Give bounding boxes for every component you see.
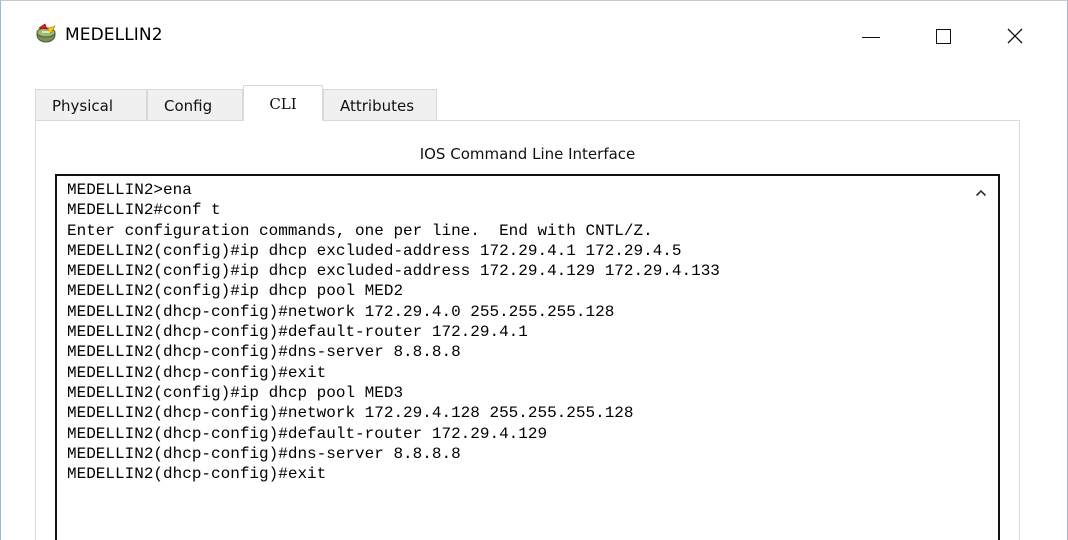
console-output: MEDELLIN2>ena MEDELLIN2#conf t Enter con… — [67, 180, 720, 484]
tab-config[interactable]: Config — [147, 89, 243, 121]
tab-bar: Physical Config CLI Attributes — [35, 85, 437, 121]
console-line: MEDELLIN2(dhcp-config)#default-router 17… — [67, 323, 528, 342]
console-line: MEDELLIN2>ena — [67, 181, 192, 199]
scroll-up-arrow-icon[interactable] — [974, 186, 988, 200]
tab-attributes[interactable]: Attributes — [323, 89, 437, 121]
console-line: MEDELLIN2(dhcp-config)#network 172.29.4.… — [67, 404, 634, 423]
router-icon — [35, 23, 57, 45]
console-line: MEDELLIN2(dhcp-config)#default-router 17… — [67, 424, 548, 443]
console-line: Enter configuration commands, one per li… — [67, 221, 653, 240]
tab-cli[interactable]: CLI — [243, 85, 323, 121]
maximize-button[interactable] — [913, 1, 973, 71]
console-line: MEDELLIN2(dhcp-config)#dns-server 8.8.8.… — [67, 444, 461, 463]
close-button[interactable] — [985, 1, 1045, 71]
device-window: MEDELLIN2 Physical Config CLI Attributes… — [0, 0, 1068, 540]
tab-physical[interactable]: Physical — [35, 89, 147, 121]
minimize-icon — [862, 36, 880, 38]
console-line: MEDELLIN2(config)#ip dhcp excluded-addre… — [67, 262, 720, 281]
minimize-button[interactable] — [841, 1, 901, 71]
console-line: MEDELLIN2(config)#ip dhcp pool MED3 — [67, 383, 404, 402]
console-line: MEDELLIN2(config)#ip dhcp excluded-addre… — [67, 241, 682, 260]
cli-console[interactable]: MEDELLIN2>ena MEDELLIN2#conf t Enter con… — [55, 174, 1000, 540]
maximize-icon — [935, 28, 951, 44]
console-line: MEDELLIN2(dhcp-config)#exit — [67, 363, 327, 382]
window-title: MEDELLIN2 — [65, 25, 163, 45]
console-line: MEDELLIN2#conf t — [67, 201, 221, 220]
panel-heading: IOS Command Line Interface — [419, 145, 636, 163]
console-line: MEDELLIN2(dhcp-config)#network 172.29.4.… — [67, 302, 615, 321]
console-line: MEDELLIN2(config)#ip dhcp pool MED2 — [67, 282, 404, 301]
title-bar[interactable]: MEDELLIN2 — [1, 1, 1067, 75]
console-line: MEDELLIN2(dhcp-config)#dns-server 8.8.8.… — [67, 343, 461, 362]
close-icon — [1007, 28, 1023, 44]
console-line: MEDELLIN2(dhcp-config)#exit — [67, 465, 327, 484]
